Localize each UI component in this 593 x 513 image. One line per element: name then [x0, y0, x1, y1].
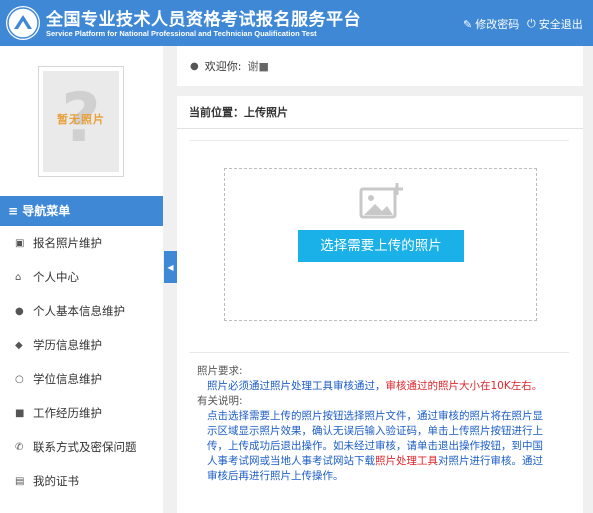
graduation-cap-icon: ◆: [15, 339, 23, 351]
size-requirement: 审核通过的照片大小在10K左右。: [385, 380, 543, 392]
avatar-text: 暂无照片: [57, 113, 105, 126]
caret-left-icon: ◀: [167, 262, 174, 272]
site-logo: [6, 6, 40, 40]
top-header: 全国专业技术人员资格考试报名服务平台 Service Platform for …: [0, 0, 593, 46]
sidebar-item-label: 学位信息维护: [33, 372, 102, 386]
sidebar-item-education[interactable]: ◆ 学历信息维护: [0, 328, 163, 362]
divider: [177, 128, 583, 129]
add-image-icon: [359, 183, 403, 219]
briefcase-icon: ■: [15, 407, 25, 419]
photo-tool-link[interactable]: 照片处理工具: [375, 455, 438, 467]
photo-requirements-text: 照片必须通过照片处理工具审核通过，审核通过的照片大小在10K左右。: [197, 379, 552, 394]
main-panel: 当前位置：上传照片 选择需要上传的照片 照片要求: 照片必须通过照片处理工具审核…: [177, 96, 583, 513]
sidebar-item-label: 我的证书: [33, 474, 79, 488]
nav-header-label: 导航菜单: [22, 204, 71, 218]
breadcrumb: 当前位置：上传照片: [189, 106, 288, 119]
sidebar-item-label: 联系方式及密保问题: [33, 440, 137, 454]
sidebar-item-label: 个人中心: [33, 270, 79, 284]
sidebar-item-certificates[interactable]: ▤ 我的证书: [0, 464, 163, 498]
certificate-icon: ▤: [15, 475, 25, 487]
welcome-username: 谢■: [247, 60, 269, 73]
sidebar-item-contact[interactable]: ✆ 联系方式及密保问题: [0, 430, 163, 464]
divider: [189, 140, 569, 141]
sidebar-item-photo[interactable]: ▣ 报名照片维护: [0, 226, 163, 260]
sidebar-item-degree[interactable]: ○ 学位信息维护: [0, 362, 163, 396]
sidebar-item-label: 报名照片维护: [33, 236, 102, 250]
sidebar-item-personal-center[interactable]: ⌂ 个人中心: [0, 260, 163, 294]
home-icon: ⌂: [15, 271, 22, 283]
collapse-sidebar-button[interactable]: ◀: [164, 251, 177, 283]
instructions-heading: 有关说明:: [197, 395, 243, 407]
logout-label: 安全退出: [538, 18, 583, 31]
power-icon: ⏻: [527, 17, 536, 30]
user-icon: ●: [15, 305, 24, 317]
sidebar-item-basic-info[interactable]: ● 个人基本信息维护: [0, 294, 163, 328]
site-title: 全国专业技术人员资格考试报名服务平台: [46, 10, 361, 30]
sidebar: ? 暂无照片 ≡ 导航菜单 ▣ 报名照片维护 ⌂ 个人中心 ● 个人基本信息维护…: [0, 46, 163, 513]
site-subtitle: Service Platform for National Profession…: [46, 29, 317, 38]
instructions-text: 点击选择需要上传的照片按钮选择照片文件，通过审核的照片将在照片显示区域显示照片效…: [197, 409, 552, 484]
image-icon: ▣: [15, 237, 25, 249]
edit-icon: ✎: [463, 17, 473, 31]
medal-icon: ○: [15, 373, 24, 385]
logout-link[interactable]: ⏻ 安全退出: [527, 16, 583, 32]
user-icon: ●: [190, 60, 199, 72]
avatar: ? 暂无照片: [38, 66, 124, 177]
menu-icon: ≡: [8, 204, 19, 218]
change-password-link[interactable]: ✎ 修改密码: [463, 16, 519, 32]
phone-icon: ✆: [15, 441, 24, 453]
welcome-bar: ● 欢迎你: 谢■: [177, 46, 583, 86]
sidebar-item-label: 个人基本信息维护: [33, 304, 125, 318]
sidebar-item-work-history[interactable]: ■ 工作经历维护: [0, 396, 163, 430]
change-password-label: 修改密码: [475, 18, 520, 31]
nav-header: ≡ 导航菜单: [0, 196, 163, 226]
select-photo-button[interactable]: 选择需要上传的照片: [298, 230, 464, 262]
welcome-label: 欢迎你:: [204, 60, 242, 73]
divider: [189, 352, 569, 353]
photo-upload-area[interactable]: 选择需要上传的照片: [224, 168, 537, 321]
sidebar-item-label: 工作经历维护: [33, 406, 102, 420]
instructions: 照片要求: 照片必须通过照片处理工具审核通过，审核通过的照片大小在10K左右。 …: [197, 364, 552, 484]
photo-requirements-heading: 照片要求:: [197, 365, 243, 377]
avatar-placeholder: ? 暂无照片: [43, 71, 119, 172]
requirements-text: 照片必须通过照片处理工具审核通过，: [207, 380, 386, 392]
nav-list: ▣ 报名照片维护 ⌂ 个人中心 ● 个人基本信息维护 ◆ 学历信息维护 ○ 学位…: [0, 226, 163, 498]
sidebar-item-label: 学历信息维护: [33, 338, 102, 352]
